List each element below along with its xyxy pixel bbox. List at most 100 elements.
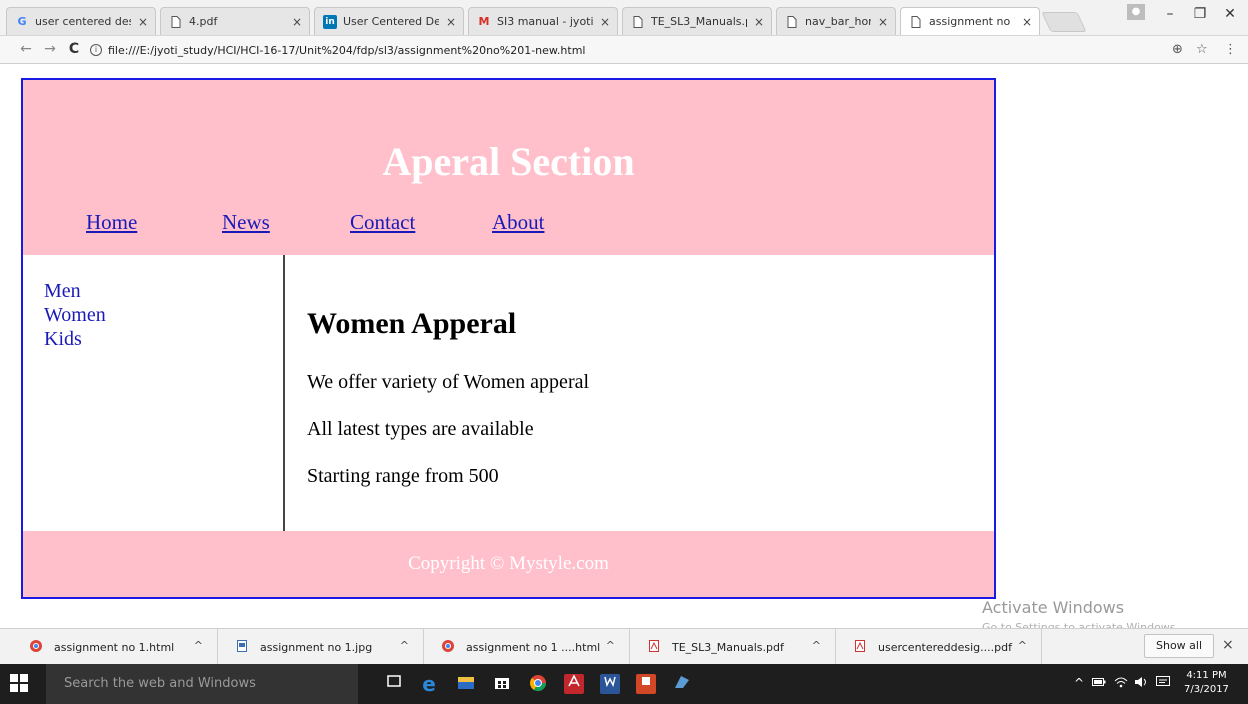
minimize-button[interactable]: –: [1158, 6, 1182, 22]
chrome-taskbar-icon[interactable]: [528, 674, 548, 694]
tab-close-icon[interactable]: ×: [599, 15, 611, 29]
document-icon: [169, 15, 183, 29]
tab-title: nav_bar_horz.html: [805, 15, 871, 28]
wifi-icon[interactable]: [1114, 676, 1128, 691]
chrome-icon: [442, 640, 454, 654]
tab-nav-bar-horz[interactable]: nav_bar_horz.html ×: [776, 7, 896, 35]
chevron-up-icon[interactable]: ^: [606, 639, 615, 652]
powerpoint-icon[interactable]: [636, 674, 656, 694]
close-downloads-bar-icon[interactable]: ×: [1222, 637, 1234, 653]
volume-icon[interactable]: [1134, 676, 1148, 691]
tray-overflow-icon[interactable]: ^: [1074, 676, 1084, 690]
tab-title: SI3 manual - jyotiy: [497, 15, 593, 28]
tab-close-icon[interactable]: ×: [877, 15, 889, 29]
forward-button[interactable]: →: [42, 41, 58, 57]
tab-linkedin[interactable]: in User Centered Des ×: [314, 7, 464, 35]
tab-close-icon[interactable]: ×: [753, 15, 765, 29]
site-footer: Copyright © Mystyle.com: [23, 531, 994, 597]
content-paragraph: All latest types are available: [307, 418, 534, 440]
address-bar[interactable]: i file:///E:/jyoti_study/HCI/HCI-16-17/U…: [90, 39, 1210, 61]
chevron-up-icon[interactable]: ^: [1018, 639, 1027, 652]
nav-link-home[interactable]: Home: [86, 210, 137, 235]
profile-icon[interactable]: ●: [1127, 4, 1145, 20]
tab-te-sl3-manuals[interactable]: TE_SL3_Manuals.pc ×: [622, 7, 772, 35]
linkedin-icon: in: [323, 14, 337, 29]
tab-title: 4.pdf: [189, 15, 218, 28]
download-filename: assignment no 1.jpg: [260, 640, 373, 654]
main-content: Women Apperal We offer variety of Women …: [287, 255, 994, 531]
download-item[interactable]: TE_SL3_Manuals.pdf ^: [630, 629, 836, 665]
sidebar: Men Women Kids: [23, 255, 285, 531]
window-close-button[interactable]: ✕: [1218, 6, 1242, 22]
battery-icon[interactable]: [1092, 676, 1106, 690]
sidebar-list: Men Women Kids: [44, 279, 106, 351]
browser-menu-icon[interactable]: ⋮: [1224, 42, 1237, 57]
tab-title: TE_SL3_Manuals.pc: [651, 15, 747, 28]
restore-button[interactable]: ❐: [1188, 6, 1212, 22]
pdf-icon: [854, 640, 866, 654]
nav-link-contact[interactable]: Contact: [350, 210, 415, 235]
download-filename: TE_SL3_Manuals.pdf: [672, 640, 784, 654]
document-icon: [909, 15, 923, 29]
reload-button[interactable]: C: [66, 41, 82, 57]
windows-taskbar: Search the web and Windows e ^ 4:11 PM 7…: [0, 664, 1248, 704]
nav-link-news[interactable]: News: [222, 210, 270, 235]
download-filename: usercentereddesig....pdf: [878, 640, 1012, 654]
tab-title: user centered desi: [35, 15, 131, 28]
download-item[interactable]: assignment no 1 ....html ^: [424, 629, 630, 665]
clock-time: 4:11 PM: [1186, 670, 1227, 681]
info-icon[interactable]: i: [90, 44, 102, 56]
copyright-text: Copyright © Mystyle.com: [408, 553, 609, 574]
app-taskbar-icon[interactable]: [672, 674, 692, 694]
clock-date: 7/3/2017: [1184, 684, 1229, 695]
pdf-icon: [648, 640, 660, 654]
gmail-icon: M: [478, 15, 490, 28]
chevron-up-icon[interactable]: ^: [194, 639, 203, 652]
acrobat-icon[interactable]: [564, 674, 584, 694]
content-paragraph: We offer variety of Women apperal: [307, 371, 590, 393]
word-icon[interactable]: [600, 674, 620, 694]
edge-browser-icon[interactable]: e: [419, 674, 439, 694]
browser-toolbar: ← → C i file:///E:/jyoti_study/HCI/HCI-1…: [0, 36, 1248, 64]
sidebar-item-women[interactable]: Women: [44, 303, 106, 327]
content-paragraph: Starting range from 500: [307, 465, 499, 487]
new-tab-button[interactable]: [1041, 12, 1087, 32]
tab-gmail[interactable]: M SI3 manual - jyotiy ×: [468, 7, 618, 35]
nav-link-about[interactable]: About: [492, 210, 545, 235]
tab-close-icon[interactable]: ×: [1021, 15, 1033, 29]
taskbar-clock[interactable]: 4:11 PM 7/3/2017: [1184, 669, 1229, 697]
tab-assignment-active[interactable]: assignment no 1-n ×: [900, 7, 1040, 35]
address-url: file:///E:/jyoti_study/HCI/HCI-16-17/Uni…: [108, 43, 586, 57]
action-center-icon[interactable]: [1156, 676, 1170, 691]
windows-start-icon[interactable]: [10, 674, 28, 692]
task-view-icon[interactable]: [384, 674, 404, 694]
tab-user-centered-design[interactable]: G user centered desi ×: [6, 7, 156, 35]
tab-title: assignment no 1-n: [929, 15, 1015, 28]
download-item[interactable]: assignment no 1.html ^: [12, 629, 218, 665]
download-item[interactable]: usercentereddesig....pdf ^: [836, 629, 1042, 665]
file-explorer-icon[interactable]: [456, 674, 476, 694]
bookmark-star-icon[interactable]: ☆: [1196, 42, 1208, 57]
chevron-up-icon[interactable]: ^: [812, 639, 821, 652]
back-button[interactable]: ←: [18, 41, 34, 57]
zoom-icon[interactable]: ⊕: [1172, 42, 1183, 57]
google-icon: G: [17, 15, 27, 28]
download-item[interactable]: assignment no 1.jpg ^: [218, 629, 424, 665]
tab-4-pdf[interactable]: 4.pdf ×: [160, 7, 310, 35]
tab-close-icon[interactable]: ×: [137, 15, 149, 29]
tab-title: User Centered Des: [343, 15, 439, 28]
page-heading: Women Apperal: [307, 307, 517, 340]
taskbar-search-box[interactable]: Search the web and Windows: [46, 664, 358, 704]
image-file-icon: [236, 640, 248, 654]
site-title: Aperal Section: [382, 139, 635, 184]
sidebar-item-men[interactable]: Men: [44, 279, 106, 303]
store-icon[interactable]: [492, 674, 512, 694]
show-all-downloads-button[interactable]: Show all: [1144, 634, 1214, 658]
chevron-up-icon[interactable]: ^: [400, 639, 409, 652]
download-filename: assignment no 1.html: [54, 640, 175, 654]
tab-close-icon[interactable]: ×: [291, 15, 303, 29]
sidebar-item-kids[interactable]: Kids: [44, 327, 106, 351]
download-filename: assignment no 1 ....html: [466, 640, 601, 654]
tab-close-icon[interactable]: ×: [445, 15, 457, 29]
site-header: Aperal Section Home News Contact About: [23, 80, 994, 255]
